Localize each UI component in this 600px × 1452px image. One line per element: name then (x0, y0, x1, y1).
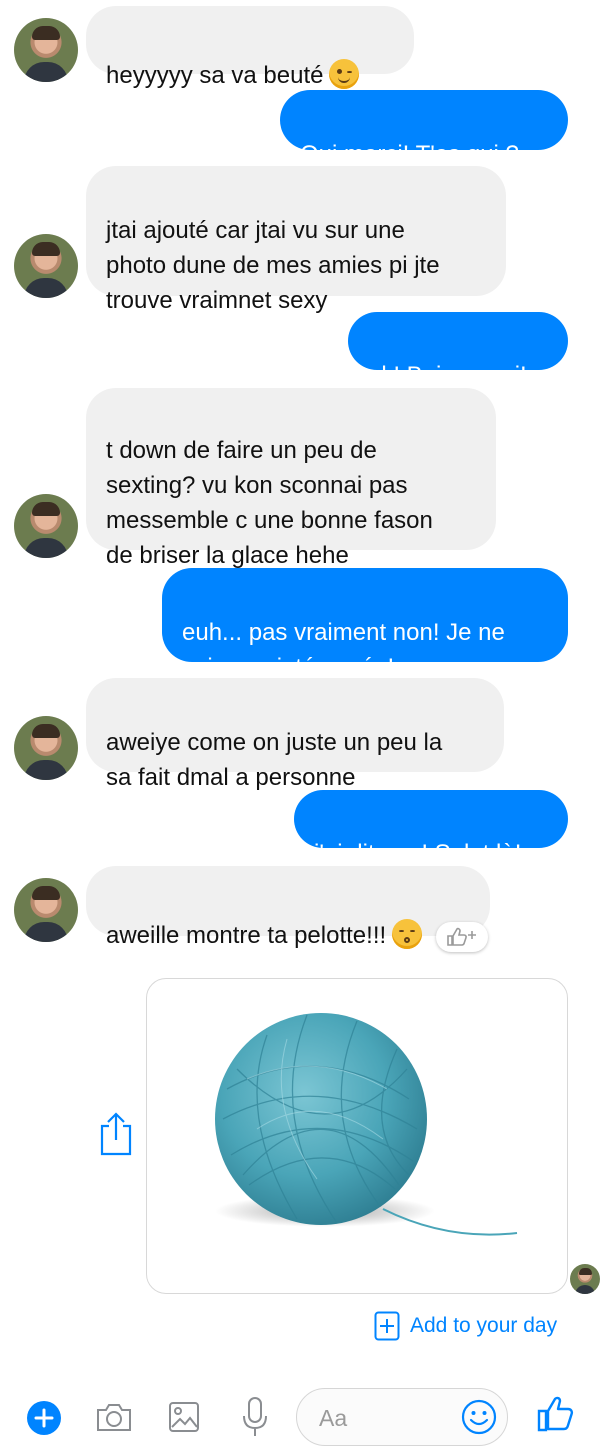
kissing-face-emoji-icon (392, 919, 423, 949)
composer-bar: Aa (0, 1378, 600, 1452)
add-to-day-button[interactable]: Add to your day (374, 1311, 557, 1341)
message-input-placeholder: Aa (319, 1405, 348, 1431)
message-text: ok! Bein merci! (368, 362, 527, 389)
incoming-message[interactable]: t down de faire un peu de sexting? vu ko… (86, 388, 496, 569)
yarn-ball-image (215, 1013, 518, 1236)
message-text: heyyyyy sa va beuté (106, 62, 324, 89)
seen-avatar (570, 1264, 600, 1294)
incoming-message[interactable]: jtai ajouté car jtai vu sur une photo du… (86, 166, 506, 314)
incoming-message[interactable]: aweiye come on juste un peu la sa fait d… (86, 678, 504, 791)
incoming-message[interactable]: heyyyyy sa va beuté (86, 6, 414, 89)
message-text: aweiye come on juste un peu la sa fait d… (106, 729, 443, 791)
gallery-icon[interactable] (168, 1400, 200, 1434)
message-text: Oui merci! T'es qui ? (300, 141, 519, 168)
avatar[interactable] (14, 18, 78, 82)
camera-icon[interactable] (94, 1400, 134, 1434)
smiley-icon[interactable] (461, 1399, 497, 1435)
plus-circle-icon[interactable] (26, 1400, 62, 1436)
incoming-message[interactable]: aweille montre ta pelotte!!! (86, 866, 490, 949)
message-input[interactable]: Aa (296, 1388, 508, 1446)
winking-face-emoji-icon (329, 59, 360, 89)
message-text: jtai ajouté car jtai vu sur une photo du… (106, 217, 440, 314)
outgoing-message[interactable]: euh... pas vraiment non! Je ne suis pas … (162, 568, 568, 681)
thumbs-up-icon[interactable] (536, 1394, 576, 1434)
message-text: aweille montre ta pelotte!!! (106, 922, 387, 949)
outgoing-message[interactable]: j'ai dit non! Salut là! (294, 790, 568, 867)
add-to-day-label: Add to your day (410, 1314, 558, 1337)
react-button[interactable] (436, 922, 488, 952)
avatar[interactable] (14, 716, 78, 780)
outgoing-message[interactable]: Oui merci! T'es qui ? (280, 90, 568, 168)
message-text: t down de faire un peu de sexting? vu ko… (106, 437, 433, 569)
photo-message[interactable] (146, 978, 568, 1294)
message-text: j'ai dit non! Salut là! (314, 840, 522, 867)
avatar[interactable] (14, 234, 78, 298)
message-text: euh... pas vraiment non! Je ne suis pas … (182, 619, 505, 681)
outgoing-message[interactable]: ok! Bein merci! (348, 312, 568, 389)
avatar[interactable] (14, 878, 78, 942)
share-icon[interactable] (96, 1110, 136, 1158)
microphone-icon[interactable] (240, 1396, 270, 1438)
avatar[interactable] (14, 494, 78, 558)
add-box-icon (374, 1311, 400, 1341)
thumbs-up-plus-icon (447, 927, 476, 946)
